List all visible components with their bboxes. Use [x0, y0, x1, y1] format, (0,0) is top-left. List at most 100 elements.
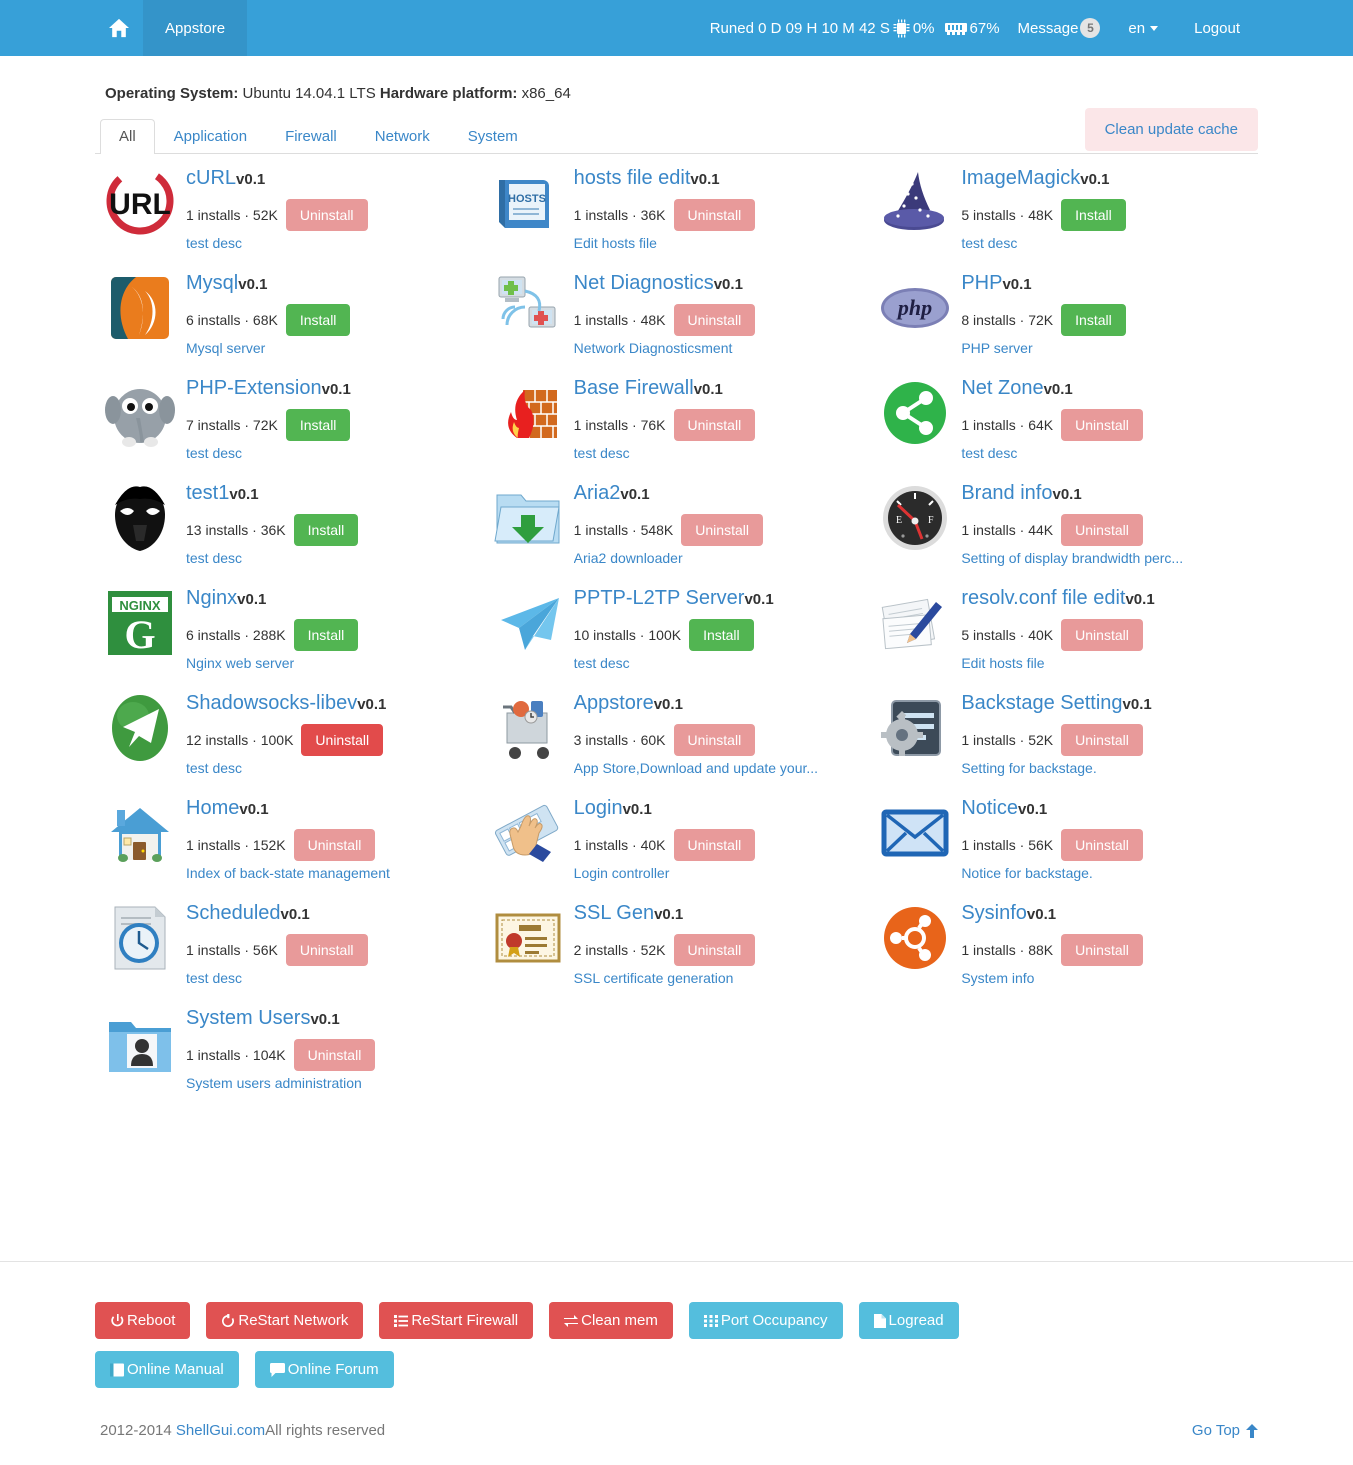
install-button[interactable]: Install: [293, 619, 359, 651]
tab-firewall[interactable]: Firewall: [266, 119, 356, 155]
app-description[interactable]: System users administration: [186, 1075, 483, 1091]
uninstall-button[interactable]: Uninstall: [1061, 409, 1143, 441]
app-title[interactable]: PHPv0.1: [961, 272, 1258, 294]
app-title[interactable]: test1v0.1: [186, 482, 483, 504]
app-card: Shadowsocks-libevv0.1 12 installs · 100K U…: [100, 685, 483, 790]
app-description[interactable]: test desc: [186, 445, 483, 461]
app-title[interactable]: Aria2v0.1: [574, 482, 871, 504]
app-title[interactable]: Brand infov0.1: [961, 482, 1258, 504]
message-link[interactable]: Message 5: [1000, 18, 1111, 38]
app-title[interactable]: Loginv0.1: [574, 797, 871, 819]
app-title[interactable]: Shadowsocks-libevv0.1: [186, 692, 483, 714]
app-description[interactable]: App Store,Download and update your...: [574, 760, 871, 776]
footer-button-logread[interactable]: Logread: [858, 1302, 959, 1339]
footer-button-restart-firewall[interactable]: ReStart Firewall: [379, 1302, 534, 1339]
install-button[interactable]: Install: [285, 409, 351, 441]
app-title[interactable]: PPTP-L2TP Serverv0.1: [574, 587, 871, 609]
logout-link[interactable]: Logout: [1176, 20, 1258, 37]
app-description[interactable]: Login controller: [574, 865, 871, 881]
app-card-body: Base Firewallv0.1 1 installs · 76K Uninsta…: [574, 373, 871, 475]
uninstall-button[interactable]: Uninstall: [681, 514, 763, 546]
app-description[interactable]: test desc: [186, 760, 483, 776]
tab-system[interactable]: System: [449, 119, 537, 155]
uninstall-button[interactable]: Uninstall: [1061, 514, 1143, 546]
uninstall-button[interactable]: Uninstall: [1061, 934, 1143, 966]
uninstall-button[interactable]: Uninstall: [1061, 829, 1143, 861]
app-title[interactable]: Scheduledv0.1: [186, 902, 483, 924]
app-title[interactable]: cURLv0.1: [186, 167, 483, 189]
app-description[interactable]: System info: [961, 970, 1258, 986]
uninstall-button[interactable]: Uninstall: [673, 199, 756, 231]
app-title[interactable]: Noticev0.1: [961, 797, 1258, 819]
uninstall-button[interactable]: Uninstall: [293, 829, 376, 861]
app-title[interactable]: SSL Genv0.1: [574, 902, 871, 924]
uninstall-button[interactable]: Uninstall: [673, 409, 756, 441]
app-description[interactable]: test desc: [574, 655, 871, 671]
uninstall-button[interactable]: Uninstall: [285, 934, 368, 966]
app-description[interactable]: Setting of display brandwidth perc...: [961, 550, 1258, 566]
app-description[interactable]: Aria2 downloader: [574, 550, 871, 566]
install-button[interactable]: Install: [293, 514, 359, 546]
app-description[interactable]: test desc: [186, 550, 483, 566]
app-description[interactable]: Notice for backstage.: [961, 865, 1258, 881]
app-title[interactable]: Mysqlv0.1: [186, 272, 483, 294]
app-description[interactable]: PHP server: [961, 340, 1258, 356]
app-install-count: 8 installs: [961, 312, 1016, 328]
nav-tab-appstore[interactable]: Appstore: [143, 0, 248, 56]
app-title[interactable]: Net Zonev0.1: [961, 377, 1258, 399]
app-description[interactable]: test desc: [186, 235, 483, 251]
uninstall-button[interactable]: Uninstall: [293, 1039, 376, 1071]
shellgui-link[interactable]: ShellGui.com: [176, 1422, 265, 1439]
app-description[interactable]: test desc: [574, 445, 871, 461]
tab-application[interactable]: Application: [155, 119, 266, 155]
app-title[interactable]: hosts file editv0.1: [574, 167, 871, 189]
app-title[interactable]: Appstorev0.1: [574, 692, 871, 714]
app-title[interactable]: Net Diagnosticsv0.1: [574, 272, 871, 294]
app-title[interactable]: Sysinfov0.1: [961, 902, 1258, 924]
install-button[interactable]: Install: [1061, 304, 1126, 336]
footer-button-port-occupancy[interactable]: Port Occupancy: [688, 1302, 843, 1339]
app-description[interactable]: Nginx web server: [186, 655, 483, 671]
app-description[interactable]: Index of back-state management: [186, 865, 483, 881]
footer-button-online-manual[interactable]: Online Manual: [95, 1351, 239, 1388]
darth-vader-icon: [100, 478, 180, 558]
footer-button-online-forum[interactable]: Online Forum: [254, 1351, 394, 1388]
app-description[interactable]: Network Diagnosticsment: [574, 340, 871, 356]
tab-all[interactable]: All: [100, 118, 155, 154]
uninstall-button[interactable]: Uninstall: [673, 829, 756, 861]
app-description[interactable]: test desc: [186, 970, 483, 986]
go-top-link[interactable]: Go Top: [1192, 1422, 1258, 1439]
install-button[interactable]: Install: [285, 304, 351, 336]
app-title[interactable]: Homev0.1: [186, 797, 483, 819]
app-title[interactable]: Nginxv0.1: [186, 587, 483, 609]
uninstall-button[interactable]: Uninstall: [285, 199, 368, 231]
uninstall-button[interactable]: Uninstall: [1061, 619, 1143, 651]
app-description[interactable]: Setting for backstage.: [961, 760, 1258, 776]
uninstall-button[interactable]: Uninstall: [673, 724, 756, 756]
app-title[interactable]: resolv.conf file editv0.1: [961, 587, 1258, 609]
footer-button-clean-mem[interactable]: Clean mem: [549, 1302, 673, 1339]
app-title[interactable]: Backstage Settingv0.1: [961, 692, 1258, 714]
uninstall-button[interactable]: Uninstall: [301, 724, 384, 756]
clean-update-cache-button[interactable]: Clean update cache: [1084, 108, 1258, 151]
footer-button-reboot[interactable]: Reboot: [95, 1302, 191, 1339]
app-description[interactable]: Edit hosts file: [574, 235, 871, 251]
install-button[interactable]: Install: [1061, 199, 1126, 231]
app-description[interactable]: Mysql server: [186, 340, 483, 356]
app-title[interactable]: PHP-Extensionv0.1: [186, 377, 483, 399]
uninstall-button[interactable]: Uninstall: [1061, 724, 1143, 756]
app-description[interactable]: SSL certificate generation: [574, 970, 871, 986]
app-title[interactable]: System Usersv0.1: [186, 1007, 483, 1029]
uninstall-button[interactable]: Uninstall: [673, 304, 756, 336]
footer-button-restart-network[interactable]: ReStart Network: [206, 1302, 364, 1339]
home-button[interactable]: [95, 0, 143, 56]
app-description[interactable]: test desc: [961, 235, 1258, 251]
app-title[interactable]: Base Firewallv0.1: [574, 377, 871, 399]
app-description[interactable]: test desc: [961, 445, 1258, 461]
app-description[interactable]: Edit hosts file: [961, 655, 1258, 671]
language-dropdown[interactable]: en: [1110, 20, 1176, 37]
app-title[interactable]: ImageMagickv0.1: [961, 167, 1258, 189]
uninstall-button[interactable]: Uninstall: [673, 934, 756, 966]
tab-network[interactable]: Network: [356, 119, 449, 155]
install-button[interactable]: Install: [689, 619, 754, 651]
